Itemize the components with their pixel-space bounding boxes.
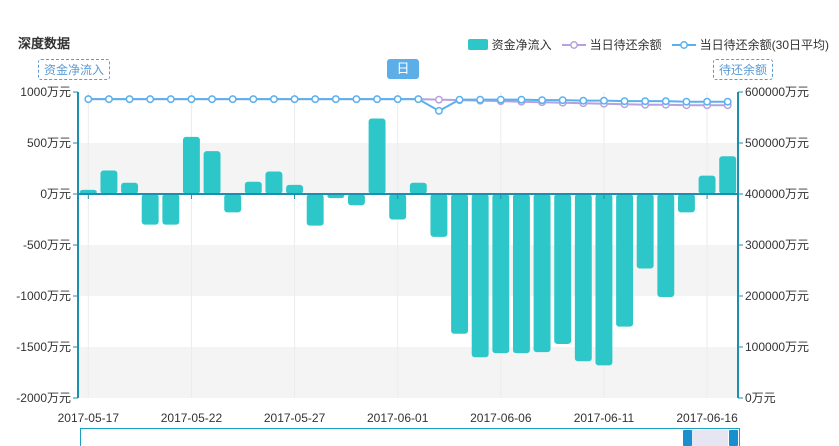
bar xyxy=(347,194,365,206)
line-point xyxy=(476,95,485,104)
bar xyxy=(203,151,221,194)
bar xyxy=(100,170,118,194)
right-tick-label: 100000万元 xyxy=(745,340,809,354)
bar xyxy=(306,194,324,226)
right-tick-label: 300000万元 xyxy=(745,238,809,252)
right-tick-label: 600000万元 xyxy=(745,85,809,99)
bar xyxy=(265,171,283,194)
line-point xyxy=(125,95,134,104)
line-point xyxy=(723,97,732,106)
line-point xyxy=(146,95,155,104)
line-point xyxy=(228,95,237,104)
line-point xyxy=(208,95,217,104)
bar xyxy=(574,194,592,362)
x-tick-label: 2017-05-22 xyxy=(161,411,223,425)
bar xyxy=(533,194,551,353)
line-point xyxy=(373,95,382,104)
bar xyxy=(368,118,386,194)
bar xyxy=(182,136,200,194)
right-tick-label: 0万元 xyxy=(745,391,776,405)
line-point xyxy=(558,96,567,105)
data-zoom-slider[interactable] xyxy=(80,428,740,446)
bar xyxy=(719,156,737,194)
line-point xyxy=(84,95,93,104)
line-point xyxy=(455,95,464,104)
line-point xyxy=(414,95,423,104)
left-tick-label: -2000万元 xyxy=(16,391,71,405)
left-tick-label: -500万元 xyxy=(23,238,71,252)
line-point xyxy=(352,95,361,104)
bar xyxy=(430,194,448,237)
bar xyxy=(162,194,180,225)
bar xyxy=(512,194,530,354)
line-point xyxy=(393,95,402,104)
line-point xyxy=(641,97,650,106)
grid-band xyxy=(78,143,738,194)
x-tick-label: 2017-05-27 xyxy=(264,411,326,425)
line-point xyxy=(290,95,299,104)
line-point xyxy=(496,95,505,104)
left-tick-label: -1000万元 xyxy=(16,289,71,303)
x-tick-label: 2017-06-06 xyxy=(470,411,532,425)
right-tick-label: 500000万元 xyxy=(745,136,809,150)
left-tick-label: 1000万元 xyxy=(20,85,71,99)
line-point xyxy=(599,96,608,105)
line-point xyxy=(682,97,691,106)
x-tick-label: 2017-06-11 xyxy=(574,411,635,425)
line-point xyxy=(269,95,278,104)
left-tick-label: 0万元 xyxy=(40,187,71,201)
bar xyxy=(677,194,695,213)
bar xyxy=(657,194,675,298)
bar xyxy=(616,194,634,327)
right-tick-label: 400000万元 xyxy=(745,187,809,201)
bar xyxy=(409,182,427,194)
bar xyxy=(244,181,262,194)
bar xyxy=(636,194,654,269)
bar xyxy=(224,194,242,213)
x-tick-label: 2017-06-01 xyxy=(367,411,429,425)
line-point xyxy=(187,95,196,104)
line-point xyxy=(331,95,340,104)
line-point xyxy=(249,95,258,104)
bar xyxy=(595,194,613,366)
line-point xyxy=(620,97,629,106)
bar xyxy=(471,194,489,358)
line-point xyxy=(579,96,588,105)
grid-band xyxy=(78,347,738,398)
line-point xyxy=(661,97,670,106)
bar xyxy=(698,175,716,194)
bar xyxy=(492,194,510,354)
line-point xyxy=(434,106,443,115)
bar xyxy=(451,194,469,334)
left-tick-label: -1500万元 xyxy=(16,340,71,354)
data-zoom-handle-left[interactable] xyxy=(683,430,692,446)
bar xyxy=(141,194,159,225)
line-point xyxy=(166,95,175,104)
line-point xyxy=(538,96,547,105)
x-tick-label: 2017-06-16 xyxy=(676,411,738,425)
line-point xyxy=(703,97,712,106)
bar xyxy=(286,184,304,194)
data-zoom-handle-right[interactable] xyxy=(729,430,738,446)
line-point xyxy=(311,95,320,104)
bar xyxy=(121,182,139,194)
chart-canvas: 1000万元 500万元 0万元 -500万元 -1000万元 -1500万元 -2000万… xyxy=(16,85,809,425)
left-tick-label: 500万元 xyxy=(27,136,71,150)
right-tick-label: 200000万元 xyxy=(745,289,809,303)
x-tick-label: 2017-05-17 xyxy=(58,411,120,425)
line-point xyxy=(517,95,526,104)
data-zoom-window[interactable] xyxy=(690,430,728,446)
bar xyxy=(554,194,572,344)
line-point xyxy=(434,95,443,104)
line-point xyxy=(104,95,113,104)
